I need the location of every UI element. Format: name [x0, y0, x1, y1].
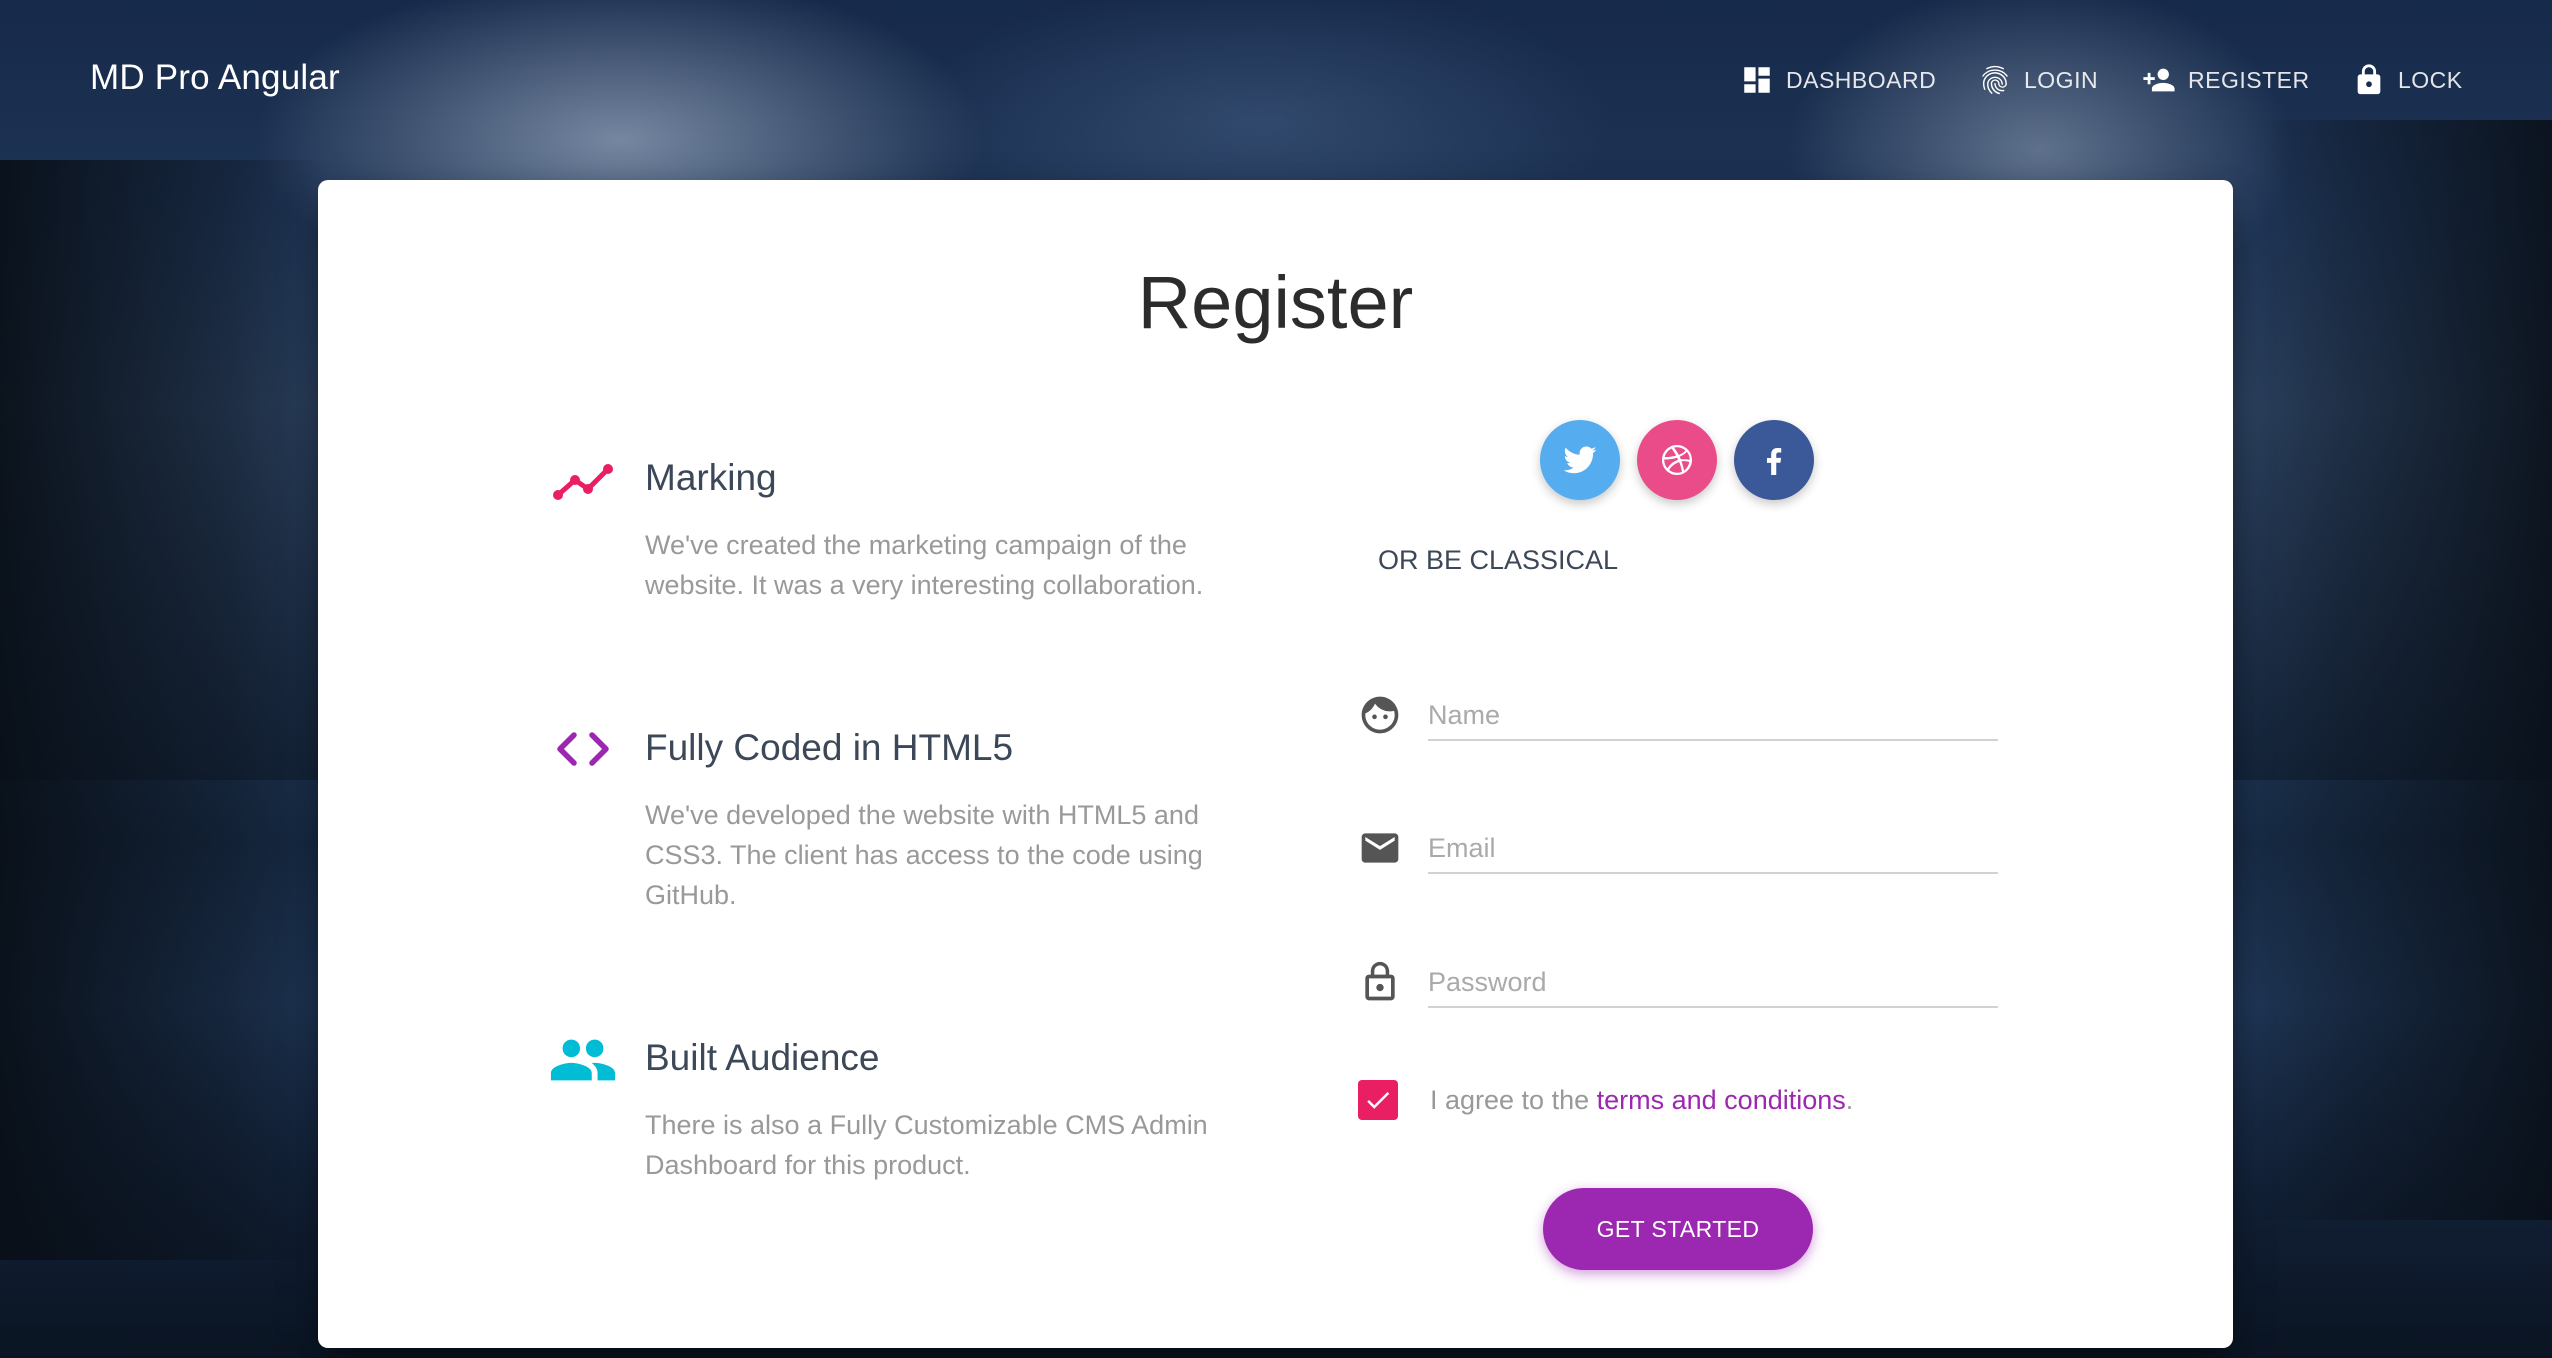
timeline-icon	[548, 445, 618, 515]
background-trees-right	[2252, 120, 2552, 1220]
info-title: Built Audience	[645, 1037, 880, 1078]
terms-prefix: I agree to the	[1430, 1084, 1597, 1115]
code-icon	[548, 715, 618, 785]
group-icon	[548, 1025, 618, 1095]
nav-lock-label: LOCK	[2398, 66, 2463, 93]
email-field	[1358, 818, 1998, 878]
face-icon	[1358, 693, 1402, 737]
page-title: Register	[1137, 261, 1414, 344]
info-title: Fully Coded in HTML5	[645, 727, 1014, 768]
terms-suffix: .	[1845, 1084, 1854, 1115]
nav-dashboard[interactable]: DASHBOARD	[1740, 58, 1936, 102]
twitter-button[interactable]	[1540, 420, 1620, 500]
person-add-icon	[2143, 68, 2175, 92]
info-description: We've created the marketing campaign of …	[645, 530, 1204, 600]
facebook-icon	[1766, 448, 1782, 475]
nav-lock[interactable]: LOCK	[2352, 58, 2463, 102]
dashboard-icon	[1744, 67, 1770, 93]
password-input[interactable]	[1428, 958, 1998, 1008]
info-description: There is also a Fully Customizable CMS A…	[645, 1110, 1208, 1180]
terms-agreement: I agree to the terms and conditions.	[1358, 1078, 1853, 1122]
fingerprint-icon	[1982, 65, 2008, 95]
nav-register-label: REGISTER	[2188, 66, 2310, 93]
nav-login-label: LOGIN	[2024, 66, 2099, 93]
terms-link[interactable]: terms and conditions	[1597, 1085, 1846, 1115]
email-input[interactable]	[1428, 824, 1998, 874]
lock-icon	[2357, 64, 2381, 95]
nav-dashboard-label: DASHBOARD	[1786, 66, 1937, 93]
background-trees-left	[0, 160, 330, 1260]
lock-outline-icon	[1358, 960, 1402, 1004]
or-classical-text: OR BE CLASSICAL	[1377, 545, 1619, 575]
dribbble-icon	[1662, 445, 1692, 475]
info-title: Marking	[645, 457, 777, 498]
email-icon	[1358, 826, 1402, 870]
register-card: Register Marking We've created the marke…	[318, 180, 2233, 1348]
dribbble-button[interactable]	[1637, 420, 1717, 500]
facebook-button[interactable]	[1734, 420, 1814, 500]
check-icon	[1367, 1092, 1390, 1109]
terms-checkbox[interactable]	[1358, 1080, 1398, 1120]
name-field	[1358, 685, 1998, 745]
terms-text: I agree to the terms and conditions.	[1430, 1085, 1853, 1116]
get-started-button[interactable]: GET STARTED	[1543, 1188, 1813, 1270]
twitter-icon	[1563, 446, 1597, 474]
nav-register[interactable]: REGISTER	[2142, 58, 2310, 102]
info-description: We've developed the website with HTML5 a…	[645, 800, 1203, 910]
password-field	[1358, 952, 1998, 1012]
name-input[interactable]	[1428, 691, 1998, 741]
nav-login[interactable]: LOGIN	[1978, 58, 2098, 102]
navbar: DASHBOARD LOGIN REGISTER LOCK	[0, 58, 2552, 102]
